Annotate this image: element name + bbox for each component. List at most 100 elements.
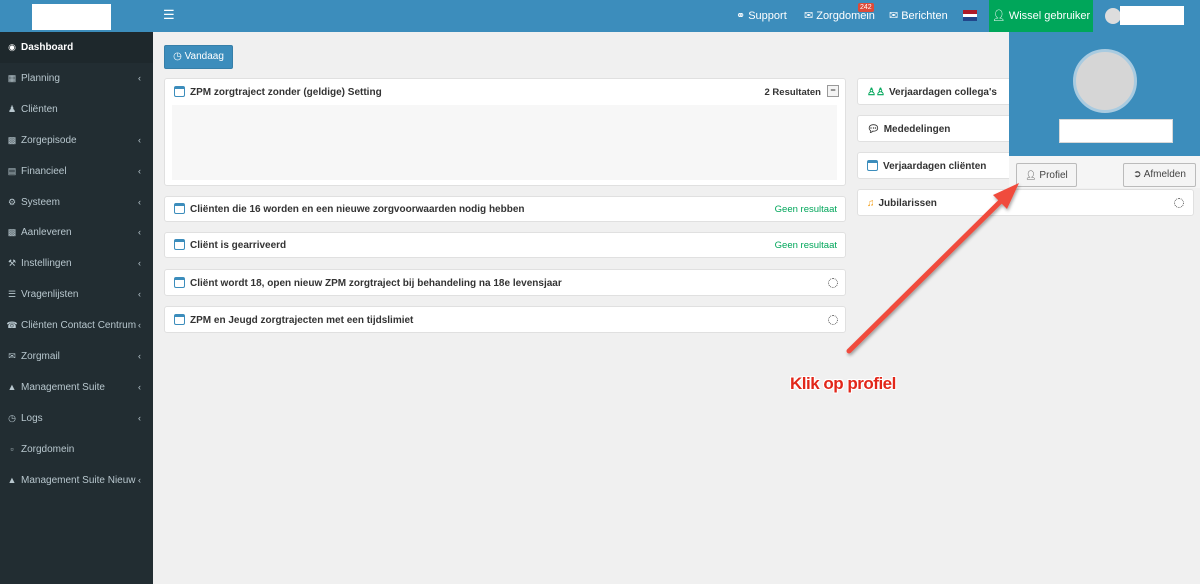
sign-out-icon: ➲ (1133, 169, 1142, 180)
inbox-icon: ▫ (10, 443, 14, 454)
logout-button[interactable]: ➲ Afmelden (1123, 163, 1196, 187)
zorgdomein-badge: 242 (858, 3, 874, 12)
globe-icon: ⚭ (736, 10, 746, 22)
sidebar-item-zorgmail[interactable]: ✉ Zorgmail ‹ (0, 341, 153, 372)
users-icon: ♙♙ (867, 87, 885, 98)
sidebar-item-label: Management Suite (21, 381, 105, 393)
sidebar-item-label: Zorgmail (21, 351, 60, 362)
envelope-icon: ✉ (804, 10, 814, 22)
widget-title: Mededelingen (883, 124, 951, 135)
history-icon: ◷ (8, 412, 16, 423)
chevron-left-icon: ‹ (138, 134, 141, 145)
envelope-icon: ✉ (8, 351, 16, 361)
calendar-icon (174, 86, 185, 97)
user-icon: ♟ (7, 103, 17, 114)
calendar-icon (174, 239, 185, 250)
calendar-icon: ▦ (7, 72, 17, 83)
chevron-left-icon: ‹ (138, 289, 141, 300)
envelope-icon: ✉ (889, 10, 899, 22)
wrench-icon: ⚒ (7, 258, 17, 269)
no-result-label: Geen resultaat (774, 204, 837, 215)
top-navbar: ☰ ⚭ Support ✉ Zorgdomein 242 ✉ Berichten 👤︎… (0, 0, 1200, 32)
sidebar-item-dashboard[interactable]: ◉ Dashboard (0, 32, 153, 63)
sidebar-item-label: Planning (21, 72, 60, 84)
money-icon: ▤ (7, 165, 17, 176)
user-menu-toggle[interactable] (1120, 6, 1184, 25)
clock-icon: ◷ (173, 51, 182, 62)
hamburger-icon[interactable]: ☰ (163, 8, 177, 22)
widget-title: Jubilarissen (878, 198, 937, 209)
widget-title: Verjaardagen collega's (888, 87, 997, 98)
user-icon: 👤︎ (991, 10, 1006, 22)
today-button[interactable]: ◷ Vandaag (164, 45, 233, 69)
chevron-left-icon: ‹ (138, 351, 141, 361)
chevron-left-icon: ‹ (138, 474, 141, 485)
calendar-icon (174, 277, 185, 288)
loading-spinner-icon (828, 315, 838, 325)
logo[interactable] (32, 4, 111, 30)
calendar-icon (174, 314, 185, 325)
berichten-link[interactable]: ✉ Berichten (889, 0, 948, 32)
chevron-left-icon: ‹ (138, 227, 141, 238)
widget-clients-turning-16: Cliënten die 16 worden en een nieuwe zor… (164, 196, 846, 222)
sidebar-item-systeem[interactable]: ⚙ Systeem ‹ (0, 187, 153, 218)
phone-icon: ☎ (6, 320, 18, 331)
comments-icon: 💬︎ (867, 124, 880, 135)
truck-icon: ▩ (7, 227, 17, 238)
sidebar-item-management-suite[interactable]: ▲ Management Suite ‹ (0, 372, 153, 403)
cogs-icon: ⚙ (7, 196, 17, 207)
widget-title: Cliënten die 16 worden en een nieuwe zor… (190, 204, 525, 215)
avatar[interactable] (1105, 8, 1121, 24)
sidebar-item-label: Zorgdomein (21, 443, 75, 455)
dashboard-icon: ◉ (8, 42, 16, 52)
sidebar-item-management-suite-nieuw[interactable]: ▲ Management Suite Nieuw ‹ (0, 465, 153, 496)
collapse-button[interactable]: − (827, 85, 839, 97)
support-link[interactable]: ⚭ Support (736, 0, 787, 32)
file-icon: ☰ (7, 289, 17, 300)
sidebar-item-label: Logs (21, 412, 43, 424)
profile-button[interactable]: 👤︎ Profiel (1016, 163, 1077, 187)
sidebar-item-planning[interactable]: ▦ Planning ‹ (0, 63, 153, 94)
loading-spinner-icon (1174, 198, 1184, 208)
sidebar-item-financieel[interactable]: ▤ Financieel ‹ (0, 156, 153, 187)
sidebar-item-label: Management Suite Nieuw (21, 474, 136, 486)
sidebar-item-zorgdomein[interactable]: ▫ Zorgdomein (0, 434, 153, 465)
language-flag-icon[interactable] (963, 10, 977, 21)
sidebar-item-label: Cliënten Contact Centrum (21, 320, 137, 332)
annotation-label: Klik op profiel (790, 374, 896, 393)
widget-anniversaries: ♫ Jubilarissen (857, 189, 1194, 216)
sidebar-item-label: Zorgepisode (21, 134, 77, 146)
calendar-icon (867, 160, 878, 171)
widget-zpm-no-setting: ZPM zorgtraject zonder (geldige) Setting… (164, 78, 846, 186)
sidebar-item-label: Dashboard (21, 42, 74, 53)
widget-client-arrived: Cliënt is gearriveerd Geen resultaat (164, 232, 846, 258)
sidebar-item-cli-nten[interactable]: ♟ Cliënten (0, 94, 153, 125)
chevron-left-icon: ‹ (138, 320, 141, 331)
chart-icon: ▲ (7, 474, 17, 485)
chevron-left-icon: ‹ (138, 165, 141, 176)
no-result-label: Geen resultaat (774, 240, 837, 251)
widget-title: Verjaardagen cliënten (883, 161, 987, 172)
chart-icon: ▲ (7, 381, 17, 392)
user-icon: 👤︎ (1025, 170, 1037, 180)
result-count: 2 Resultaten (764, 87, 822, 98)
sidebar-item-vragenlijsten[interactable]: ☰ Vragenlijsten ‹ (0, 279, 153, 310)
sidebar-item-logs[interactable]: ◷ Logs ‹ (0, 403, 153, 434)
sidebar-item-label: Instellingen (21, 258, 72, 270)
widget-zpm-time-limit: ZPM en Jeugd zorgtrajecten met een tijds… (164, 306, 846, 333)
chevron-left-icon: ‹ (138, 196, 141, 207)
widget-title: ZPM zorgtraject zonder (geldige) Setting (190, 87, 382, 98)
sidebar-item-cli-nten-contact-centrum[interactable]: ☎ Cliënten Contact Centrum ‹ (0, 310, 153, 341)
sidebar-item-aanleveren[interactable]: ▩ Aanleveren ‹ (0, 217, 153, 248)
widget-title: ZPM en Jeugd zorgtrajecten met een tijds… (190, 315, 414, 326)
loading-spinner-icon (828, 278, 838, 288)
sidebar-item-label: Financieel (21, 165, 67, 177)
sidebar-item-instellingen[interactable]: ⚒ Instellingen ‹ (0, 248, 153, 279)
switch-user-button[interactable]: 👤︎ Wissel gebruiker (989, 0, 1093, 32)
sidebar-item-zorgepisode[interactable]: ▩ Zorgepisode ‹ (0, 125, 153, 156)
profile-avatar (1073, 49, 1137, 113)
chevron-left-icon: ‹ (138, 72, 141, 83)
profile-name-plate (1059, 119, 1173, 143)
medkit-icon: ▩ (7, 134, 17, 145)
calendar-icon (174, 203, 185, 214)
